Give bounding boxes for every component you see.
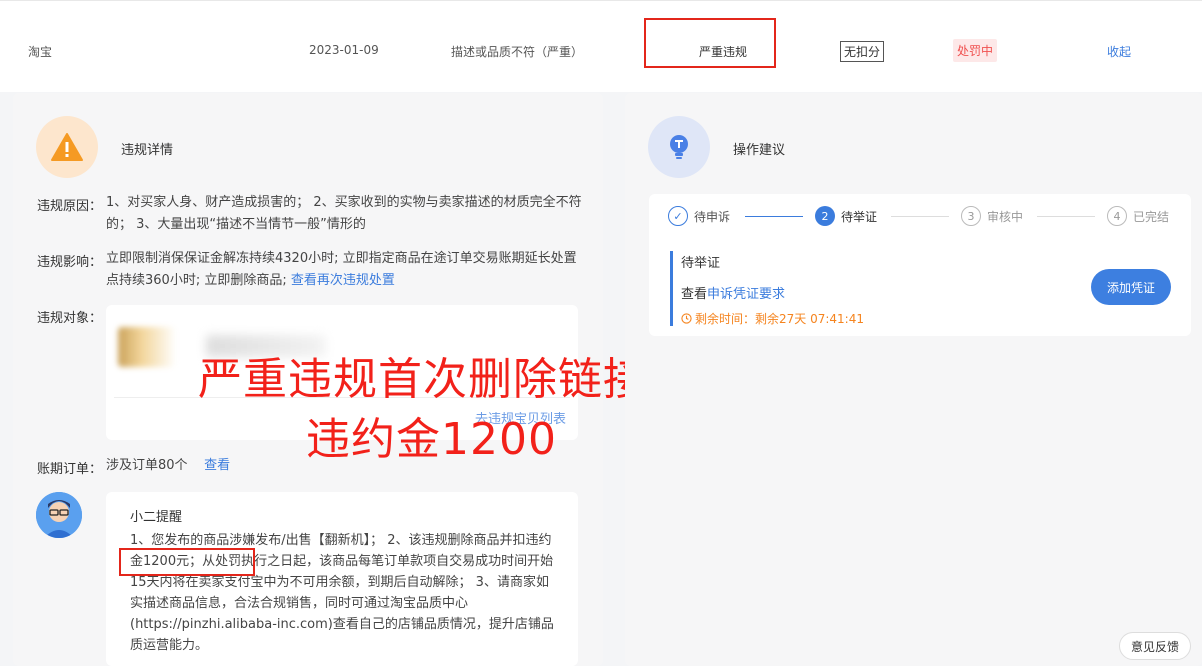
advice-title: 操作建议 xyxy=(733,143,786,158)
step-number: 4 xyxy=(1107,206,1127,226)
assistant-avatar xyxy=(36,492,82,538)
reminder-card: 小二提醒 1、您发布的商品涉嫌发布/出售【翻新机】； 2、该违规删除商品并扣违约… xyxy=(106,492,578,666)
current-step-marker xyxy=(670,251,673,326)
divider xyxy=(114,397,570,398)
platform-cell: 淘宝 xyxy=(28,45,53,59)
evidence-requirement-link[interactable]: 申诉凭证要求 xyxy=(707,287,785,302)
reason-text: 1、对买家人身、财产造成损害的； 2、买家收到的实物与卖家描述的材质完全不符的；… xyxy=(106,195,582,232)
collapse-link[interactable]: 收起 xyxy=(1107,43,1131,60)
object-label: 违规对象： xyxy=(37,311,103,326)
step-appeal: ✓ 待申诉 xyxy=(668,206,730,226)
advice-panel xyxy=(625,93,1202,666)
reason-label: 违规原因： xyxy=(37,199,103,214)
orders-view-link[interactable]: 查看 xyxy=(204,458,230,473)
orders-label: 账期订单： xyxy=(37,462,103,477)
evidence-requirement-row: 查看申诉凭证要求 xyxy=(681,283,785,302)
step-label: 审核中 xyxy=(987,209,1024,224)
status-badge: 处罚中 xyxy=(953,39,998,62)
product-name-blurred xyxy=(206,335,326,357)
step-connector xyxy=(891,216,949,217)
reminder-title: 小二提醒 xyxy=(130,510,183,525)
step-number: 3 xyxy=(961,206,981,226)
step-review: 3 审核中 xyxy=(961,206,1023,226)
lightbulb-icon xyxy=(648,116,710,178)
clock-icon xyxy=(681,313,692,324)
check-icon: ✓ xyxy=(668,206,688,226)
feedback-button[interactable]: 意见反馈 xyxy=(1119,632,1191,660)
step-label: 已完结 xyxy=(1133,209,1170,224)
impact-text: 立即限制消保保证金解冻持续4320小时; 立即指定商品在途订单交易账期延长处置点… xyxy=(106,248,584,292)
warning-icon xyxy=(36,116,98,178)
product-thumbnail xyxy=(118,327,176,367)
detail-title: 违规详情 xyxy=(121,143,174,158)
step-connector xyxy=(1037,216,1095,217)
appeal-steps-card: ✓ 待申诉 2 待举证 3 审核中 4 已完结 待举证 查看申诉凭证要求 剩余时… xyxy=(649,194,1191,336)
deduct-badge: 无扣分 xyxy=(840,41,885,62)
reason-cell: 描述或品质不符（严重） xyxy=(451,45,584,59)
violation-record-row: 淘宝 2023-01-09 描述或品质不符（严重） 严重违规 无扣分 处罚中 收… xyxy=(0,0,1202,92)
orders-count: 涉及订单80个 xyxy=(106,458,188,473)
highlight-box-penalty xyxy=(119,548,255,576)
step-number: 2 xyxy=(815,206,835,226)
step-evidence: 2 待举证 xyxy=(815,206,877,226)
add-evidence-button[interactable]: 添加凭证 xyxy=(1091,269,1171,305)
step-connector xyxy=(745,216,803,217)
step-label: 待申诉 xyxy=(694,209,731,224)
time-remaining: 剩余时间：剩余27天 07:41:41 xyxy=(681,310,864,327)
time-remaining-text: 剩余时间：剩余27天 07:41:41 xyxy=(695,312,864,326)
violation-items-link[interactable]: 去违规宝贝列表 xyxy=(475,408,566,427)
date-cell: 2023-01-09 xyxy=(309,43,379,57)
highlight-box-level xyxy=(644,18,776,68)
current-step-title: 待举证 xyxy=(681,256,721,271)
step-done: 4 已完结 xyxy=(1107,206,1169,226)
orders-text: 涉及订单80个 查看 xyxy=(106,455,584,477)
step-label: 待举证 xyxy=(841,209,878,224)
violation-object-card: 去违规宝贝列表 xyxy=(106,305,578,440)
impact-label: 违规影响： xyxy=(37,255,103,270)
impact-link[interactable]: 查看再次违规处置 xyxy=(291,273,395,288)
view-prefix: 查看 xyxy=(681,287,708,302)
